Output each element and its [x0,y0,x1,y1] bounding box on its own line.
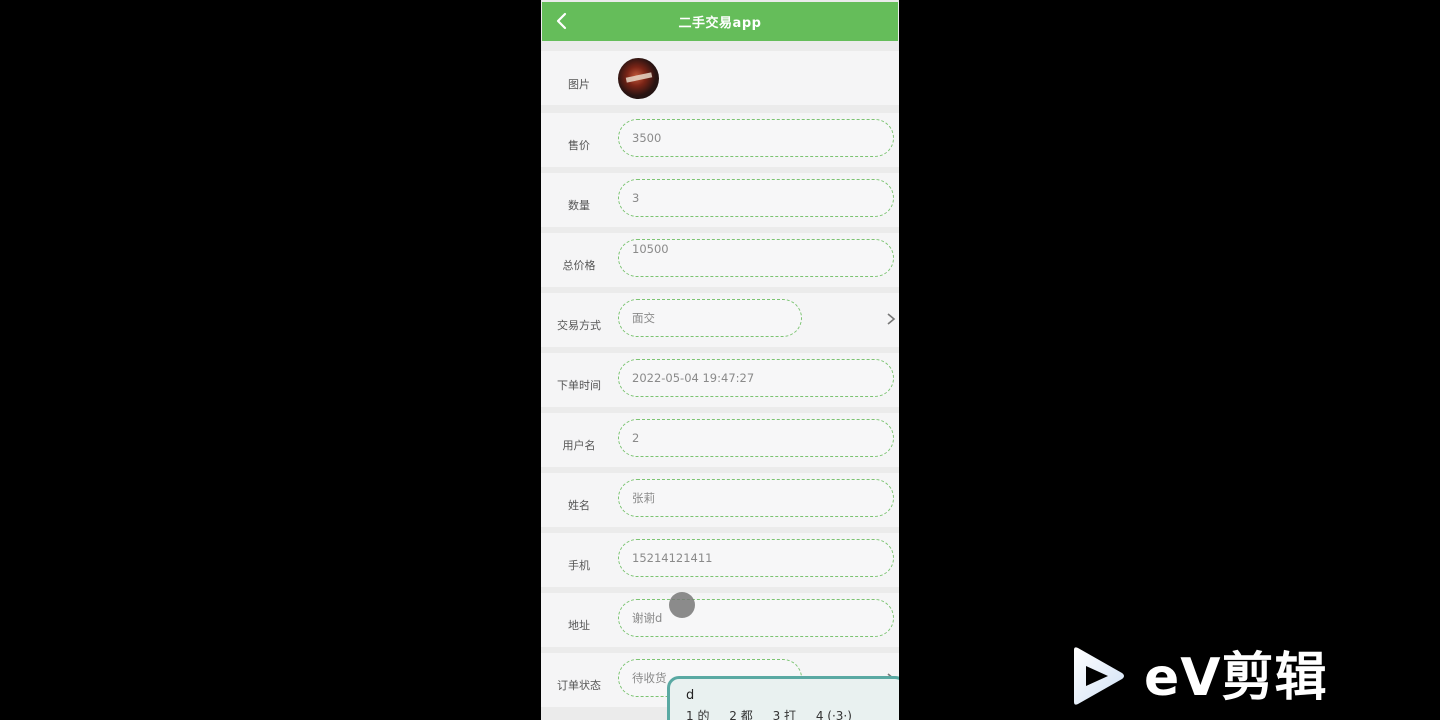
ime-candidate[interactable]: 1 的 [686,709,709,720]
total-price-input[interactable]: 10500 [618,239,894,277]
field-label: 数量 [568,199,590,212]
ime-candidate[interactable]: 3 打 [773,709,796,720]
price-input[interactable]: 3500 [618,119,894,157]
product-image[interactable] [618,58,659,99]
field-label: 订单状态 [557,679,601,692]
field-label: 总价格 [562,259,596,272]
phone-input[interactable]: 15214121411 [618,539,894,577]
username-input[interactable]: 2 [618,419,894,457]
order-time-input[interactable]: 2022-05-04 19:47:27 [618,359,894,397]
form-row-username: 用户名 2 [541,413,899,467]
ime-candidates: 1 的 2 都 3 打 4 (·3·) [686,707,868,720]
field-label: 下单时间 [557,379,601,392]
ime-candidate-popup: d 1 的 2 都 3 打 4 (·3·) [667,676,899,720]
form-row-total: 总价格 10500 [541,233,899,287]
field-label: 地址 [568,619,590,632]
field-label: 用户名 [562,439,596,452]
form-row-name: 姓名 张莉 [541,473,899,527]
form-row-phone: 手机 15214121411 [541,533,899,587]
address-input[interactable]: 谢谢d [618,599,894,637]
form-row-quantity: 数量 3 [541,173,899,227]
ime-candidate[interactable]: 4 (·3·) [816,709,852,720]
chevron-right-icon[interactable] [885,311,897,327]
field-label: 图片 [568,78,590,91]
phone-screen: 二手交易app 图片 售价 3500 数量 3 总价格 10500 交易方式 面… [541,0,899,720]
ev-watermark: eV剪辑 [1068,644,1338,710]
form-row-trade-method: 交易方式 面交 [541,293,899,347]
play-logo-icon [1074,647,1124,705]
form-row-price: 售价 3500 [541,113,899,167]
field-label: 售价 [568,139,590,152]
trade-method-select[interactable]: 面交 [618,299,802,337]
form-row-image: 图片 [541,51,899,105]
watermark-text: eV剪辑 [1144,648,1328,708]
name-input[interactable]: 张莉 [618,479,894,517]
form-row-order-time: 下单时间 2022-05-04 19:47:27 [541,353,899,407]
touch-indicator [669,592,695,618]
field-label: 姓名 [568,499,590,512]
form-row-address: 地址 谢谢d [541,593,899,647]
field-label: 交易方式 [557,319,601,332]
quantity-input[interactable]: 3 [618,179,894,217]
ime-composition: d [686,688,695,703]
ime-candidate[interactable]: 2 都 [729,709,752,720]
app-header: 二手交易app [542,2,898,41]
field-label: 手机 [568,559,590,572]
page-title: 二手交易app [678,16,762,31]
